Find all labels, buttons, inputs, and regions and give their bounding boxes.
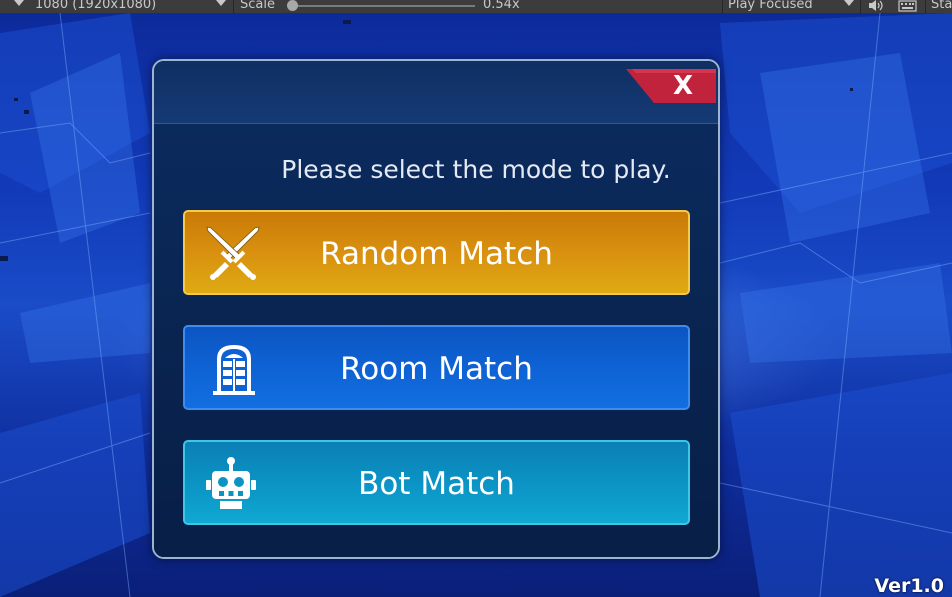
toolbar-divider <box>233 0 234 13</box>
toolbar-divider <box>925 0 926 13</box>
room-match-label: Room Match <box>340 351 533 387</box>
version-label: Ver1.0 <box>874 575 944 597</box>
random-match-label: Random Match <box>320 236 553 272</box>
keyboard-icon[interactable] <box>898 0 918 12</box>
scale-slider-handle[interactable] <box>287 0 298 11</box>
audio-mute-icon[interactable] <box>867 0 885 12</box>
game-view-toolbar: 1080 (1920x1080) Scale 0.54x Play Focuse… <box>0 0 952 13</box>
scale-value: 0.54x <box>483 0 520 12</box>
close-button[interactable]: X <box>626 69 716 105</box>
stats-toggle[interactable]: Sta <box>931 0 952 11</box>
toolbar-divider <box>860 0 861 13</box>
scale-slider-track[interactable] <box>293 5 475 7</box>
resolution-chevron-down-icon[interactable] <box>216 0 226 6</box>
dialog-header: X <box>154 61 718 124</box>
play-mode-chevron-down-icon[interactable] <box>844 0 854 6</box>
play-mode-dropdown[interactable]: Play Focused <box>728 0 813 11</box>
bot-match-button[interactable]: Bot Match <box>183 440 690 525</box>
random-match-button[interactable]: Random Match <box>183 210 690 295</box>
bot-match-label: Bot Match <box>358 466 515 502</box>
toolbar-divider <box>722 0 723 13</box>
scale-label: Scale <box>240 0 275 12</box>
menu-dropdown-icon[interactable] <box>14 0 24 6</box>
close-icon: X <box>672 71 694 101</box>
mode-select-prompt: Please select the mode to play. <box>281 155 671 184</box>
resolution-dropdown[interactable]: 1080 (1920x1080) <box>35 0 156 11</box>
room-match-button[interactable]: Room Match <box>183 325 690 410</box>
